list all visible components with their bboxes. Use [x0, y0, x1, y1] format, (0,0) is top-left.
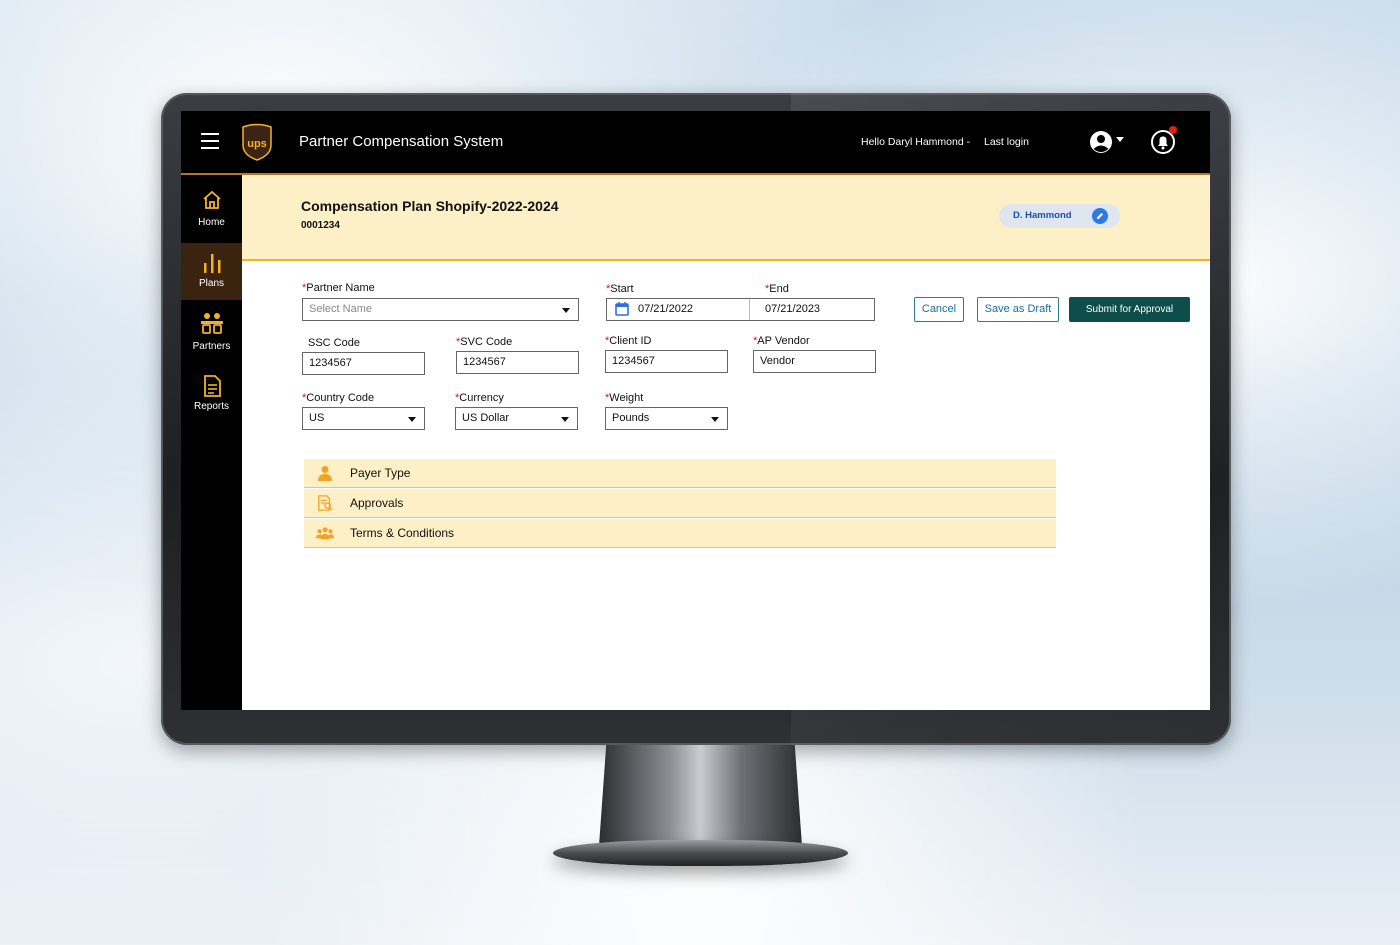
- sidebar-item-partners[interactable]: Partners: [181, 311, 242, 367]
- save-draft-button[interactable]: Save as Draft: [977, 297, 1059, 322]
- sidebar-item-label: Plans: [198, 278, 224, 289]
- document-icon: [203, 375, 221, 397]
- approval-document-icon: [318, 495, 333, 511]
- plan-id: 0001234: [301, 220, 340, 231]
- partner-name-label: *Partner Name: [302, 282, 375, 294]
- sidebar-item-label: Reports: [193, 401, 229, 412]
- section-approvals[interactable]: Approvals: [304, 489, 1056, 518]
- app-title: Partner Compensation System: [299, 133, 504, 150]
- section-label: Payer Type: [350, 466, 411, 480]
- chevron-down-icon: [408, 417, 416, 422]
- plan-header: Compensation Plan Shopify-2022-2024 0001…: [242, 175, 1210, 261]
- account-icon[interactable]: [1089, 130, 1113, 154]
- end-date-value[interactable]: 07/21/2023: [765, 303, 820, 315]
- client-id-input[interactable]: 1234567: [605, 350, 728, 373]
- sidebar-item-home[interactable]: Home: [181, 189, 242, 245]
- start-date-value[interactable]: 07/21/2022: [638, 303, 693, 315]
- country-code-select[interactable]: US: [302, 407, 425, 430]
- currency-label: *Currency: [455, 392, 504, 404]
- submit-approval-button[interactable]: Submit for Approval: [1069, 297, 1190, 322]
- chevron-down-icon: [561, 417, 569, 422]
- end-label: *End: [765, 283, 789, 295]
- sidebar-item-label: Partners: [192, 341, 231, 352]
- notification-badge: [1169, 126, 1177, 134]
- page-title: Compensation Plan Shopify-2022-2024: [301, 198, 559, 214]
- ssc-code-input[interactable]: 1234567: [302, 352, 425, 375]
- app-screen: ups Partner Compensation System Hello Da…: [181, 111, 1210, 710]
- last-login-text: Last login: [984, 136, 1029, 148]
- group-icon: [316, 527, 334, 540]
- greeting-text: Hello Daryl Hammond -: [861, 136, 971, 148]
- section-terms-conditions[interactable]: Terms & Conditions: [304, 519, 1056, 548]
- person-icon: [318, 466, 332, 481]
- ups-logo: ups: [242, 123, 272, 161]
- country-code-label: *Country Code: [302, 392, 375, 404]
- owner-chip[interactable]: D. Hammond: [999, 204, 1120, 228]
- sidebar-item-label: Home: [198, 217, 225, 228]
- start-label: *Start: [606, 283, 634, 295]
- calendar-icon[interactable]: [615, 302, 629, 316]
- section-label: Terms & Conditions: [350, 526, 455, 540]
- weight-select[interactable]: Pounds: [605, 407, 728, 430]
- monitor-stand-base: [553, 840, 848, 866]
- sidebar-item-plans[interactable]: Plans: [181, 243, 242, 300]
- svc-code-label: *SVC Code: [456, 336, 513, 348]
- svc-code-input[interactable]: 1234567: [456, 351, 579, 374]
- top-bar: ups Partner Compensation System Hello Da…: [181, 111, 1210, 175]
- ap-vendor-input[interactable]: Vendor: [753, 350, 876, 373]
- svg-text:ups: ups: [247, 138, 267, 150]
- owner-name: D. Hammond: [1013, 210, 1072, 221]
- home-icon: [202, 190, 221, 209]
- client-id-label: *Client ID: [605, 335, 652, 347]
- date-range-picker[interactable]: 07/21/2022 07/21/2023: [606, 298, 875, 321]
- bar-chart-icon: [203, 254, 220, 273]
- currency-select[interactable]: US Dollar: [455, 407, 578, 430]
- ap-vendor-label: *AP Vendor: [753, 335, 810, 347]
- ssc-code-label: SSC Code: [308, 337, 360, 349]
- chevron-down-icon[interactable]: [1116, 137, 1124, 143]
- chevron-down-icon: [562, 308, 570, 313]
- edit-pencil-icon[interactable]: [1092, 208, 1108, 224]
- cancel-button[interactable]: Cancel: [914, 297, 964, 322]
- section-payer-type[interactable]: Payer Type: [304, 459, 1056, 488]
- partners-icon: [200, 313, 223, 334]
- sidebar-item-reports[interactable]: Reports: [181, 375, 242, 431]
- partner-name-select[interactable]: Select Name: [302, 298, 579, 321]
- section-label: Approvals: [350, 496, 404, 510]
- chevron-down-icon: [711, 417, 719, 422]
- weight-label: *Weight: [605, 392, 644, 404]
- hamburger-menu-icon[interactable]: [201, 133, 219, 149]
- side-navigation: Home Plans Partners Reports: [181, 175, 242, 710]
